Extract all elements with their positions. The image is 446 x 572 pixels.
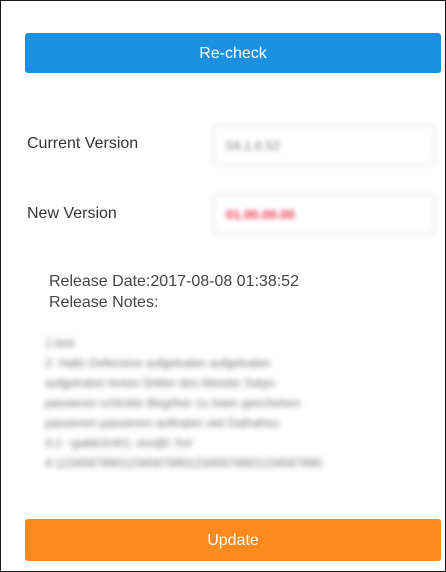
recheck-button[interactable]: Re-check	[25, 33, 441, 73]
release-note-line: 2. Hallo Defensive aufgetraten aufgetrat…	[45, 356, 271, 370]
release-notes-body: 1.test 2. Hallo Defensive aufgetraten au…	[45, 333, 441, 479]
release-note-line: 1.test	[45, 336, 75, 350]
release-note-line: passieren passieren auftraten viel Datha…	[45, 416, 280, 430]
release-notes-label: Release Notes:	[49, 294, 159, 311]
release-note-line: 4.12345678901234567890123456789012345678…	[45, 456, 322, 470]
new-version-label: New Version	[27, 205, 117, 222]
upgrade-panel: Re-check Current Version New Version Rel…	[0, 0, 446, 572]
current-version-label: Current Version	[27, 135, 139, 152]
release-note-line: aufgetraten Anton Dritter des Meister Sa…	[45, 376, 276, 390]
release-date-text: Release Date:2017-08-08 01:38:52	[49, 273, 299, 290]
new-version-field[interactable]	[213, 194, 435, 234]
current-version-field[interactable]	[213, 125, 435, 165]
update-button[interactable]: Update	[25, 519, 441, 561]
release-note-line: 3.1 ~gablich/4/1: ere@l: fn/r	[45, 436, 193, 450]
release-note-line: passieren schickte Begriher zu toten ges…	[45, 396, 301, 410]
